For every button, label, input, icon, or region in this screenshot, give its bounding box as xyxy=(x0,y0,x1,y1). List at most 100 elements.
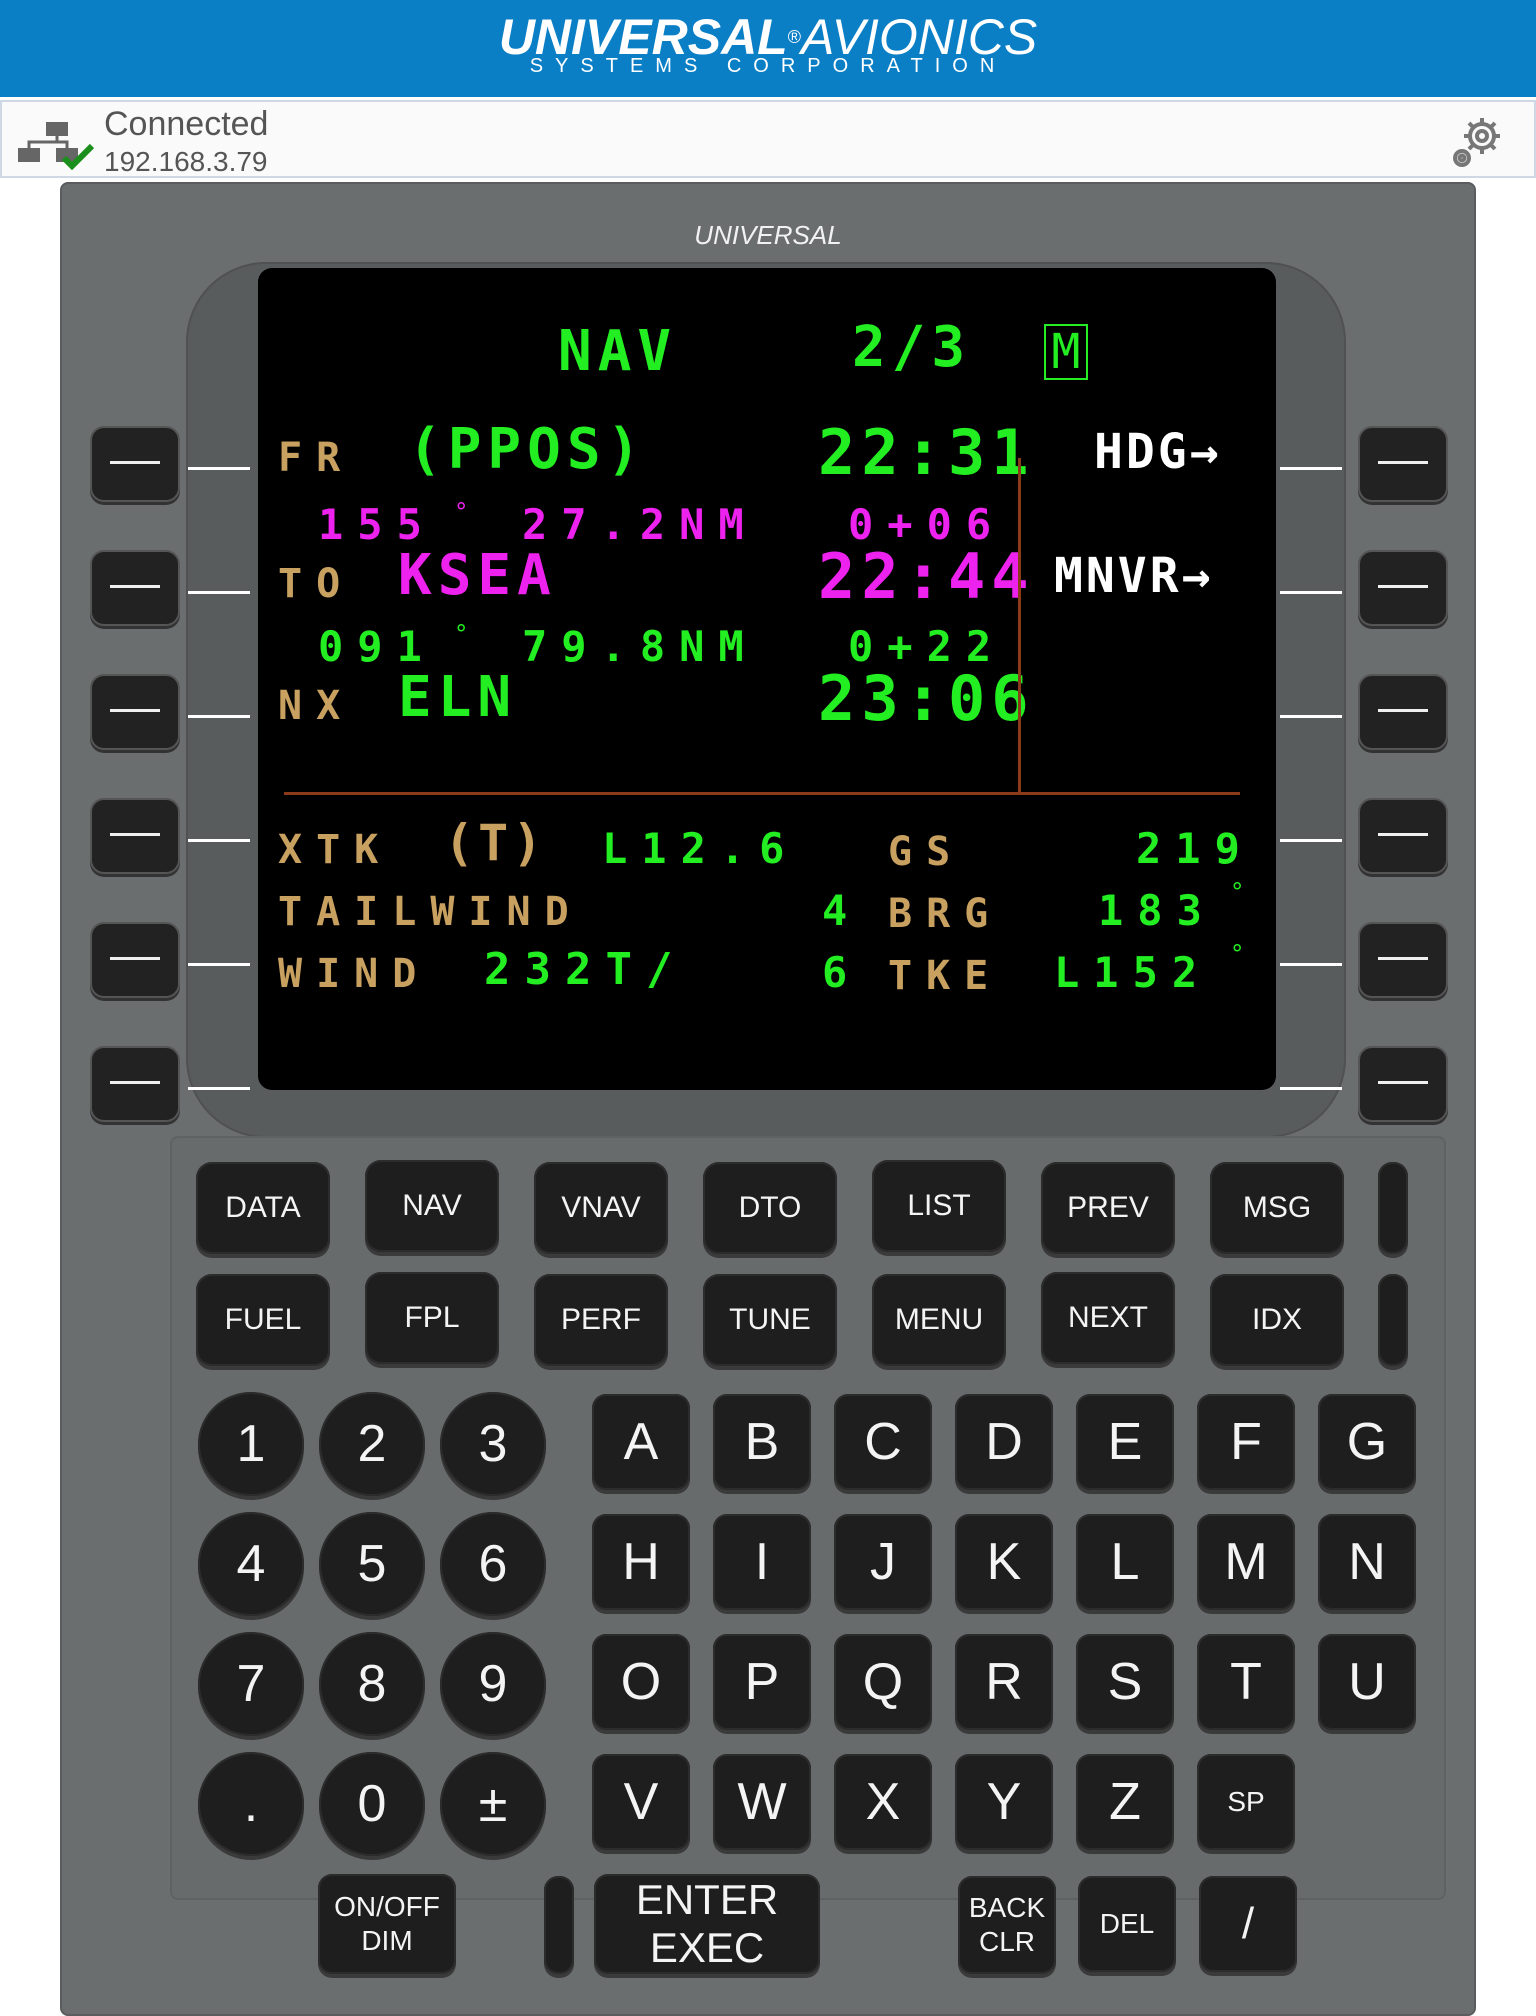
menu-key[interactable]: MENU xyxy=(872,1274,1006,1366)
lsk-left-6-connector xyxy=(188,1087,250,1090)
enter-exec-key[interactable]: ENTER EXEC xyxy=(594,1874,820,1974)
xtk-mode: (T) xyxy=(444,814,547,872)
lsk-left-3[interactable] xyxy=(90,674,180,750)
key-v[interactable]: V xyxy=(592,1754,690,1850)
key-x[interactable]: X xyxy=(834,1754,932,1850)
mode-indicator-box: M xyxy=(1044,324,1088,380)
key-2[interactable]: 2 xyxy=(319,1392,425,1496)
leg1-bearing: 155 xyxy=(318,500,436,549)
perf-key[interactable]: PERF xyxy=(534,1274,668,1366)
gs-value: 219 xyxy=(1136,824,1254,873)
connection-ip: 192.168.3.79 xyxy=(104,146,268,177)
exec-label: EXEC xyxy=(649,1924,765,1971)
del-key[interactable]: DEL xyxy=(1078,1876,1176,1972)
connection-status-bar: Connected 192.168.3.79 xyxy=(0,100,1536,178)
key-c[interactable]: C xyxy=(834,1394,932,1490)
brg-value: 183 xyxy=(1098,886,1216,935)
brg-degree: ° xyxy=(1230,878,1245,906)
enter-label: ENTER xyxy=(635,1876,779,1923)
on-off-label: ON/OFF xyxy=(334,1891,440,1922)
key-a[interactable]: A xyxy=(592,1394,690,1490)
lsk-left-5[interactable] xyxy=(90,922,180,998)
leg2-distance: 79.8NM xyxy=(522,622,758,671)
slash-key[interactable]: / xyxy=(1199,1876,1297,1972)
key-r[interactable]: R xyxy=(955,1634,1053,1730)
nav-key[interactable]: NAV xyxy=(365,1160,499,1252)
key-e[interactable]: E xyxy=(1076,1394,1174,1490)
key-9[interactable]: 9 xyxy=(440,1632,546,1736)
list-key[interactable]: LIST xyxy=(872,1160,1006,1252)
divider-horizontal xyxy=(284,792,1240,795)
lsk-right-3-connector xyxy=(1280,715,1342,718)
key-0[interactable]: 0 xyxy=(319,1752,425,1856)
key-o[interactable]: O xyxy=(592,1634,690,1730)
lsk-right-1-connector xyxy=(1280,467,1342,470)
gear-icon[interactable] xyxy=(1448,112,1508,172)
hdg-select[interactable]: HDG→ xyxy=(1094,428,1222,476)
key-d[interactable]: D xyxy=(955,1394,1053,1490)
key-f[interactable]: F xyxy=(1197,1394,1295,1490)
lsk-right-4[interactable] xyxy=(1358,798,1448,874)
msg-key[interactable]: MSG xyxy=(1210,1162,1344,1254)
brg-label: BRG xyxy=(888,891,1003,937)
vnav-key[interactable]: VNAV xyxy=(534,1162,668,1254)
key-decimal[interactable]: . xyxy=(198,1752,304,1856)
wind-label: WIND xyxy=(278,951,431,997)
lsk-left-2[interactable] xyxy=(90,550,180,626)
key-8[interactable]: 8 xyxy=(319,1632,425,1736)
key-y[interactable]: Y xyxy=(955,1754,1053,1850)
on-off-dim-key[interactable]: ON/OFF DIM xyxy=(318,1874,456,1974)
key-k[interactable]: K xyxy=(955,1514,1053,1610)
key-4[interactable]: 4 xyxy=(198,1512,304,1616)
idx-key[interactable]: IDX xyxy=(1210,1274,1344,1366)
key-5[interactable]: 5 xyxy=(319,1512,425,1616)
lsk-right-2[interactable] xyxy=(1358,550,1448,626)
lsk-right-1[interactable] xyxy=(1358,426,1448,502)
tune-key[interactable]: TUNE xyxy=(703,1274,837,1366)
key-u[interactable]: U xyxy=(1318,1634,1416,1730)
data-key[interactable]: DATA xyxy=(196,1162,330,1254)
fpl-key[interactable]: FPL xyxy=(365,1272,499,1364)
network-connected-icon xyxy=(18,122,95,170)
lsk-right-3[interactable] xyxy=(1358,674,1448,750)
key-s[interactable]: S xyxy=(1076,1634,1174,1730)
key-6[interactable]: 6 xyxy=(440,1512,546,1616)
key-w[interactable]: W xyxy=(713,1754,811,1850)
key-b[interactable]: B xyxy=(713,1394,811,1490)
lsk-left-4[interactable] xyxy=(90,798,180,874)
lsk-right-6[interactable] xyxy=(1358,1046,1448,1122)
key-7[interactable]: 7 xyxy=(198,1632,304,1736)
next-key[interactable]: NEXT xyxy=(1041,1272,1175,1364)
key-m[interactable]: M xyxy=(1197,1514,1295,1610)
lsk-left-6[interactable] xyxy=(90,1046,180,1122)
key-i[interactable]: I xyxy=(713,1514,811,1610)
divider-vertical xyxy=(1018,458,1021,792)
dto-key[interactable]: DTO xyxy=(703,1162,837,1254)
lsk-right-5[interactable] xyxy=(1358,922,1448,998)
prev-key[interactable]: PREV xyxy=(1041,1162,1175,1254)
key-p[interactable]: P xyxy=(713,1634,811,1730)
key-t[interactable]: T xyxy=(1197,1634,1295,1730)
back-clr-key[interactable]: BACK CLR xyxy=(958,1876,1056,1974)
nx-value: ELN xyxy=(398,665,518,730)
key-3[interactable]: 3 xyxy=(440,1392,546,1496)
keypad-panel: DATA NAV VNAV DTO LIST PREV MSG FUEL FPL… xyxy=(170,1136,1446,1900)
cdu-screen: NAV 2/3 M FR (PPOS) 22:31 HDG→ 155 ° 27.… xyxy=(258,268,1276,1090)
key-g[interactable]: G xyxy=(1318,1394,1416,1490)
fuel-key[interactable]: FUEL xyxy=(196,1274,330,1366)
tailwind-value: 4 xyxy=(822,886,862,935)
lsk-left-2-connector xyxy=(188,591,250,594)
lsk-left-1[interactable] xyxy=(90,426,180,502)
key-z[interactable]: Z xyxy=(1076,1754,1174,1850)
leg2-bearing: 091 xyxy=(318,622,436,671)
wind-direction: 232T/ xyxy=(484,944,687,995)
key-j[interactable]: J xyxy=(834,1514,932,1610)
key-1[interactable]: 1 xyxy=(198,1392,304,1496)
key-h[interactable]: H xyxy=(592,1514,690,1610)
key-plus-minus[interactable]: ± xyxy=(440,1752,546,1856)
key-n[interactable]: N xyxy=(1318,1514,1416,1610)
key-space[interactable]: SP xyxy=(1197,1754,1295,1850)
mnvr-select[interactable]: MNVR→ xyxy=(1054,552,1214,600)
key-q[interactable]: Q xyxy=(834,1634,932,1730)
key-l[interactable]: L xyxy=(1076,1514,1174,1610)
